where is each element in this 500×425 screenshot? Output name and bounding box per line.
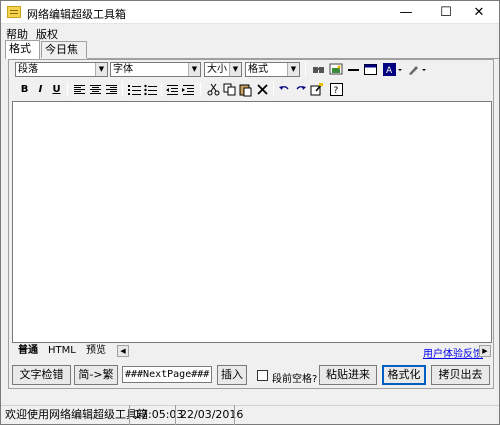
help-icon[interactable]: ? <box>329 82 344 97</box>
find-replace-icon[interactable] <box>311 62 326 77</box>
paragraph-select[interactable]: 段落 ▼ <box>15 62 108 77</box>
paste-icon[interactable] <box>238 82 253 97</box>
view-tabs: 普通 HTML 预览 ◀ 用户体验反馈 ▶ <box>12 345 492 360</box>
toolbar-separator <box>122 82 123 97</box>
size-select[interactable]: 大小 ▼ <box>204 62 242 77</box>
align-right-icon[interactable] <box>104 82 119 97</box>
tab-html[interactable]: HTML <box>46 345 78 358</box>
svg-text:A: A <box>386 66 393 76</box>
bullet-list-icon[interactable] <box>143 82 158 97</box>
font-color-icon[interactable]: A <box>382 62 404 77</box>
delete-icon[interactable] <box>255 82 270 97</box>
size-select-value: 大小 <box>207 64 227 75</box>
app-window: 网络编辑超级工具箱 — ☐ ✕ 帮助 版权 格式化 今日焦点 段落 ▼ 字体 ▼… <box>0 0 500 425</box>
underline-button[interactable]: U <box>49 82 64 97</box>
scroll-right-icon[interactable]: ▶ <box>479 345 491 357</box>
italic-button[interactable]: I <box>33 82 48 97</box>
close-button[interactable]: ✕ <box>459 1 499 24</box>
tab-preview[interactable]: 预览 <box>84 345 108 358</box>
format-select-value: 格式 <box>248 64 268 75</box>
font-select[interactable]: 字体 ▼ <box>110 62 201 77</box>
undo-icon[interactable] <box>277 82 292 97</box>
tab-normal[interactable]: 普通 <box>16 345 40 358</box>
paste-in-button[interactable]: 粘贴进来 <box>319 365 377 385</box>
title-bar: 网络编辑超级工具箱 — ☐ ✕ <box>1 1 499 24</box>
app-icon <box>7 6 21 18</box>
edit-note-icon[interactable] <box>309 82 324 97</box>
outdent-icon[interactable] <box>165 82 180 97</box>
insert-table-icon[interactable] <box>363 62 378 77</box>
scroll-left-icon[interactable]: ◀ <box>117 345 129 357</box>
toolbar-separator <box>161 82 162 97</box>
minimize-button[interactable]: — <box>386 1 426 24</box>
toolbar-separator <box>200 82 201 97</box>
menu-bar: 帮助 版权 <box>1 25 499 41</box>
tab-today-focus[interactable]: 今日焦点 <box>41 41 87 72</box>
cut-icon[interactable] <box>206 82 221 97</box>
insert-image-icon[interactable] <box>329 62 344 77</box>
status-time: 17:05:03 <box>129 405 183 425</box>
horizontal-rule-icon[interactable] <box>346 62 361 77</box>
chevron-down-icon: ▼ <box>188 63 200 76</box>
highlight-pen-icon[interactable] <box>406 62 428 77</box>
indent-checkbox[interactable] <box>257 370 268 381</box>
indent-icon[interactable] <box>181 82 196 97</box>
bold-button[interactable]: B <box>17 82 32 97</box>
page-break-input[interactable]: ###NextPage### <box>122 366 212 383</box>
copy-icon[interactable] <box>222 82 237 97</box>
status-welcome: 欢迎使用网络编辑超级工具箱 <box>5 408 148 421</box>
feedback-link[interactable]: 用户体验反馈 <box>423 345 483 360</box>
insert-button[interactable]: 插入 <box>217 365 247 385</box>
paragraph-select-value: 段落 <box>18 64 38 75</box>
indent-checkbox-label: 段前空格? <box>272 374 318 385</box>
status-empty-panel <box>234 405 499 425</box>
chevron-down-icon: ▼ <box>287 63 299 76</box>
format-button[interactable]: 格式化 <box>382 365 426 385</box>
text-check-button[interactable]: 文字检错 <box>12 365 71 385</box>
simp-to-trad-button[interactable]: 简->繁 <box>74 365 118 385</box>
chevron-down-icon: ▼ <box>229 63 241 76</box>
toolbar-separator <box>273 82 274 97</box>
copy-out-button[interactable]: 拷贝出去 <box>431 365 490 385</box>
toolbar-separator <box>67 82 68 97</box>
window-title: 网络编辑超级工具箱 <box>27 8 126 21</box>
align-center-icon[interactable] <box>88 82 103 97</box>
format-select[interactable]: 格式 ▼ <box>245 62 300 77</box>
redo-icon[interactable] <box>293 82 308 97</box>
editor-area[interactable] <box>12 101 492 343</box>
chevron-down-icon: ▼ <box>95 63 107 76</box>
status-date: 22/03/2016 <box>175 405 243 425</box>
tab-format[interactable]: 格式化 <box>5 40 40 71</box>
numbered-list-icon[interactable] <box>127 82 142 97</box>
align-left-icon[interactable] <box>72 82 87 97</box>
svg-text:?: ? <box>334 86 339 96</box>
toolbar-separator <box>305 62 306 77</box>
font-select-value: 字体 <box>113 64 133 75</box>
